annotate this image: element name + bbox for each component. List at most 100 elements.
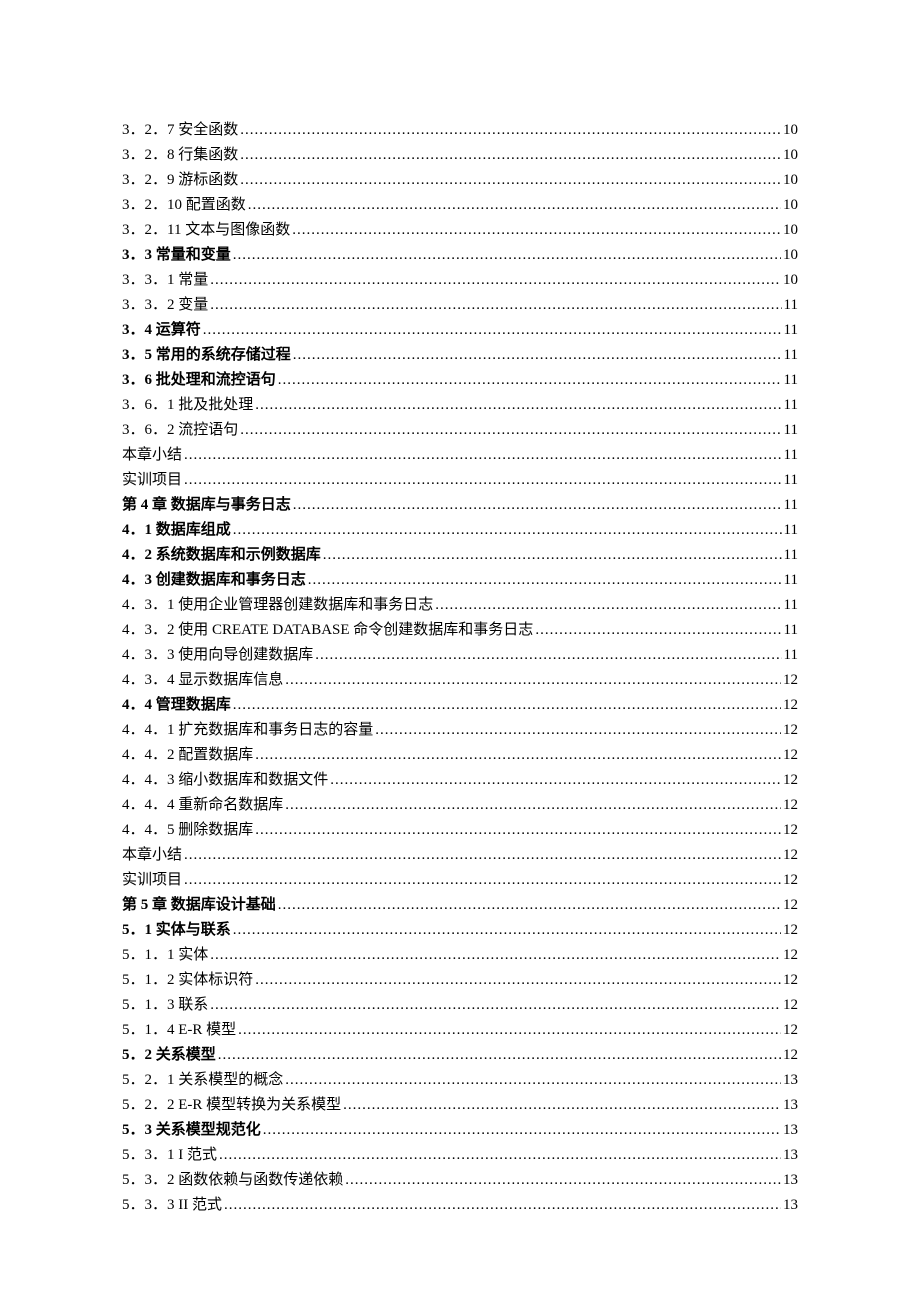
toc-entry[interactable]: 5．1．1 实体12 — [122, 943, 798, 967]
toc-entry[interactable]: 实训项目12 — [122, 868, 798, 892]
toc-entry-title: 4．4．3 缩小数据库和数据文件 — [122, 768, 328, 792]
toc-entry[interactable]: 4．4．2 配置数据库12 — [122, 743, 798, 767]
toc-entry-page: 12 — [783, 693, 798, 717]
toc-leader-dots — [535, 618, 781, 642]
toc-entry-page: 12 — [783, 968, 798, 992]
toc-entry[interactable]: 4．1 数据库组成11 — [122, 518, 798, 542]
toc-entry-page: 13 — [783, 1093, 798, 1117]
toc-entry[interactable]: 5．3．1 I 范式13 — [122, 1143, 798, 1167]
toc-entry[interactable]: 3．2．8 行集函数10 — [122, 143, 798, 167]
toc-leader-dots — [238, 1018, 781, 1042]
toc-leader-dots — [293, 493, 782, 517]
toc-entry-page: 10 — [783, 243, 798, 267]
toc-entry[interactable]: 4．4 管理数据库12 — [122, 693, 798, 717]
toc-leader-dots — [343, 1093, 781, 1117]
toc-entry-title: 4．4．4 重新命名数据库 — [122, 793, 283, 817]
toc-entry-title: 5．1．4 E-R 模型 — [122, 1018, 236, 1042]
toc-entry-page: 12 — [783, 993, 798, 1017]
toc-entry[interactable]: 4．3．3 使用向导创建数据库11 — [122, 643, 798, 667]
toc-entry[interactable]: 3．6．1 批及批处理11 — [122, 393, 798, 417]
toc-entry-page: 12 — [783, 818, 798, 842]
toc-entry-title: 5．1 实体与联系 — [122, 918, 231, 942]
toc-entry-title: 4．3．3 使用向导创建数据库 — [122, 643, 313, 667]
toc-entry-page: 11 — [784, 518, 798, 542]
toc-entry[interactable]: 5．1．4 E-R 模型12 — [122, 1018, 798, 1042]
toc-leader-dots — [308, 568, 782, 592]
toc-entry[interactable]: 5．3．2 函数依赖与函数传递依赖13 — [122, 1168, 798, 1192]
toc-entry[interactable]: 4．4．4 重新命名数据库12 — [122, 793, 798, 817]
toc-entry[interactable]: 4．3 创建数据库和事务日志11 — [122, 568, 798, 592]
toc-entry[interactable]: 第 4 章 数据库与事务日志11 — [122, 493, 798, 517]
toc-entry[interactable]: 3．2．9 游标函数10 — [122, 168, 798, 192]
toc-entry[interactable]: 5．3．3 II 范式13 — [122, 1193, 798, 1217]
toc-leader-dots — [218, 1043, 781, 1067]
toc-entry-title: 5．3．2 函数依赖与函数传递依赖 — [122, 1168, 343, 1192]
toc-leader-dots — [233, 518, 782, 542]
toc-leader-dots — [255, 818, 781, 842]
toc-entry[interactable]: 5．1．2 实体标识符12 — [122, 968, 798, 992]
toc-entry-title: 3．2．11 文本与图像函数 — [122, 218, 290, 242]
toc-entry-page: 11 — [784, 568, 798, 592]
toc-leader-dots — [285, 793, 781, 817]
toc-entry[interactable]: 4．3．4 显示数据库信息 12 — [122, 668, 798, 692]
toc-entry-title: 5．3．3 II 范式 — [122, 1193, 222, 1217]
toc-entry-title: 5．2 关系模型 — [122, 1043, 216, 1067]
toc-leader-dots — [345, 1168, 781, 1192]
toc-leader-dots — [255, 968, 781, 992]
toc-entry[interactable]: 第 5 章 数据库设计基础12 — [122, 893, 798, 917]
toc-entry-title: 实训项目 — [122, 468, 182, 492]
toc-entry[interactable]: 3．2．11 文本与图像函数10 — [122, 218, 798, 242]
toc-entry[interactable]: 3．3．2 变量 11 — [122, 293, 798, 317]
toc-leader-dots — [184, 843, 781, 867]
toc-entry-title: 5．1．3 联系 — [122, 993, 208, 1017]
toc-leader-dots — [210, 293, 781, 317]
toc-entry-page: 13 — [783, 1068, 798, 1092]
toc-entry-page: 10 — [783, 143, 798, 167]
toc-entry[interactable]: 3．3．1 常量10 — [122, 268, 798, 292]
toc-entry[interactable]: 4．4．1 扩充数据库和事务日志的容量12 — [122, 718, 798, 742]
toc-entry[interactable]: 5．3 关系模型规范化13 — [122, 1118, 798, 1142]
toc-entry[interactable]: 本章小结11 — [122, 443, 798, 467]
toc-entry[interactable]: 3．3 常量和变量 10 — [122, 243, 798, 267]
toc-entry-title: 3．3 常量和变量 — [122, 243, 231, 267]
toc-entry-title: 3．6．2 流控语句 — [122, 418, 238, 442]
toc-entry-page: 13 — [783, 1118, 798, 1142]
toc-entry-page: 11 — [784, 368, 798, 392]
toc-entry-title: 3．3．2 变量 — [122, 293, 208, 317]
toc-entry[interactable]: 3．2．10 配置函数10 — [122, 193, 798, 217]
toc-entry[interactable]: 5．2 关系模型12 — [122, 1043, 798, 1067]
toc-entry-page: 10 — [783, 118, 798, 142]
toc-entry[interactable]: 5．1 实体与联系12 — [122, 918, 798, 942]
toc-entry[interactable]: 4．3．1 使用企业管理器创建数据库和事务日志11 — [122, 593, 798, 617]
toc-entry-page: 12 — [783, 743, 798, 767]
toc-entry[interactable]: 3．6．2 流控语句 11 — [122, 418, 798, 442]
toc-entry[interactable]: 4．3．2 使用 CREATE DATABASE 命令创建数据库和事务日志11 — [122, 618, 798, 642]
toc-entry-page: 10 — [783, 268, 798, 292]
toc-entry[interactable]: 3．4 运算符11 — [122, 318, 798, 342]
toc-entry-page: 12 — [783, 668, 798, 692]
toc-entry[interactable]: 3．6 批处理和流控语句 11 — [122, 368, 798, 392]
toc-entry-page: 11 — [784, 418, 798, 442]
toc-entry[interactable]: 4．4．3 缩小数据库和数据文件12 — [122, 768, 798, 792]
toc-entry-title: 5．2．2 E-R 模型转换为关系模型 — [122, 1093, 341, 1117]
toc-leader-dots — [248, 193, 781, 217]
toc-entry-title: 3．6 批处理和流控语句 — [122, 368, 276, 392]
toc-leader-dots — [210, 268, 781, 292]
toc-entry[interactable]: 4．2 系统数据库和示例数据库11 — [122, 543, 798, 567]
toc-entry-title: 4．3．4 显示数据库信息 — [122, 668, 283, 692]
toc-entry[interactable]: 4．4．5 删除数据库12 — [122, 818, 798, 842]
toc-entry[interactable]: 3．2．7 安全函数10 — [122, 118, 798, 142]
toc-entry-page: 11 — [784, 493, 798, 517]
toc-entry[interactable]: 5．2．1 关系模型的概念13 — [122, 1068, 798, 1092]
toc-entry-page: 11 — [784, 293, 798, 317]
toc-entry[interactable]: 5．2．2 E-R 模型转换为关系模型 13 — [122, 1093, 798, 1117]
toc-leader-dots — [240, 418, 781, 442]
toc-entry[interactable]: 本章小结12 — [122, 843, 798, 867]
toc-entry-title: 本章小结 — [122, 843, 182, 867]
toc-entry-page: 12 — [783, 943, 798, 967]
toc-leader-dots — [210, 993, 781, 1017]
toc-entry[interactable]: 5．1．3 联系 12 — [122, 993, 798, 1017]
toc-entry[interactable]: 3．5 常用的系统存储过程11 — [122, 343, 798, 367]
toc-entry[interactable]: 实训项目11 — [122, 468, 798, 492]
toc-leader-dots — [263, 1118, 781, 1142]
